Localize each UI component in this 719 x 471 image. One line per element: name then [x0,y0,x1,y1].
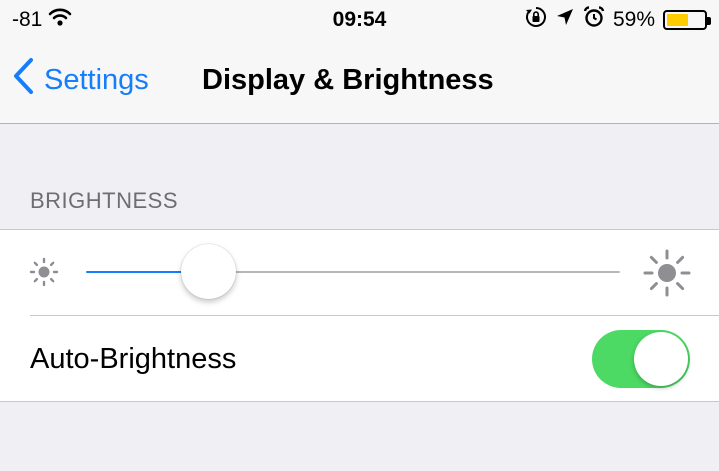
battery-percent: 59% [612,8,655,31]
back-button-label: Settings [44,63,149,96]
sun-small-icon [28,256,60,293]
navigation-bar: Settings Display & Brightness [0,40,719,124]
battery-tip [707,17,711,25]
brightness-slider-row [0,230,719,316]
battery-icon [663,10,711,30]
brightness-slider[interactable] [86,271,620,274]
location-icon [555,7,575,33]
page-title: Display & Brightness [202,64,494,96]
toggle-knob [634,332,688,386]
alarm-icon [583,6,605,34]
section-header-brightness: BRIGHTNESS [30,188,179,213]
orientation-lock-icon [525,6,547,34]
status-bar: -81 09:54 59% [0,0,719,40]
brightness-slider-thumb[interactable] [181,244,236,299]
auto-brightness-label: Auto-Brightness [30,343,237,375]
slider-track-empty [208,271,620,273]
back-button[interactable]: Settings [12,58,149,102]
chevron-left-icon [12,57,34,103]
brightness-group: Auto-Brightness [0,229,719,402]
auto-brightness-row: Auto-Brightness [0,316,719,402]
battery-fill [667,14,688,26]
sun-large-icon [642,248,692,303]
status-right: 59% [525,6,711,34]
auto-brightness-toggle[interactable] [592,330,690,388]
